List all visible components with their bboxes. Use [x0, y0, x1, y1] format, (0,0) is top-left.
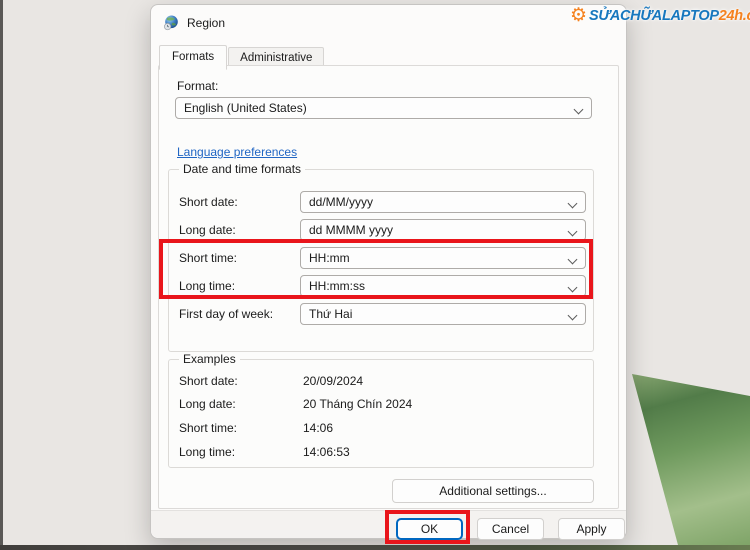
examples-group: Examples Short date: 20/09/2024 Long dat…: [168, 359, 594, 468]
gear-icon: ⚙: [570, 6, 587, 25]
watermark-brand-blue: SỬACHỮALAPTOP: [589, 8, 719, 24]
format-dropdown[interactable]: English (United States): [175, 97, 592, 119]
long-date-label: Long date:: [179, 223, 236, 237]
example-short-time-label: Short time:: [179, 421, 237, 435]
datetime-formats-group: Date and time formats Short date: dd/MM/…: [168, 169, 594, 352]
language-preferences-link[interactable]: Language preferences: [177, 145, 297, 159]
watermark-brand-orange: 24h.com: [719, 8, 750, 24]
long-time-label: Long time:: [179, 279, 235, 293]
ok-button[interactable]: OK: [396, 518, 463, 540]
example-short-date-label: Short date:: [179, 374, 238, 388]
cancel-button[interactable]: Cancel: [477, 518, 544, 540]
plant-leaf-decoration: [628, 368, 750, 545]
screenshot-stage: Region Formats Administrative Format: En…: [0, 0, 750, 550]
short-time-label: Short time:: [179, 251, 237, 265]
formats-tab-page: Format: English (United States) Language…: [158, 65, 619, 509]
first-day-label: First day of week:: [179, 307, 273, 321]
chevron-down-icon: [568, 227, 578, 237]
example-long-time-label: Long time:: [179, 445, 235, 459]
chevron-down-icon: [568, 311, 578, 321]
short-time-dropdown[interactable]: HH:mm: [300, 247, 586, 269]
short-date-label: Short date:: [179, 195, 238, 209]
chevron-down-icon: [568, 283, 578, 293]
datetime-group-title: Date and time formats: [179, 162, 305, 176]
additional-settings-button[interactable]: Additional settings...: [392, 479, 594, 503]
region-dialog: Region Formats Administrative Format: En…: [150, 4, 627, 539]
long-date-value: dd MMMM yyyy: [309, 223, 393, 237]
tab-formats[interactable]: Formats: [159, 45, 227, 70]
format-dropdown-value: English (United States): [184, 101, 307, 115]
dialog-footer: [151, 510, 626, 538]
example-short-date-value: 20/09/2024: [303, 374, 363, 388]
chevron-down-icon: [568, 199, 578, 209]
dialog-title: Region: [187, 16, 225, 30]
apply-button[interactable]: Apply: [558, 518, 625, 540]
first-day-dropdown[interactable]: Thứ Hai: [300, 303, 586, 325]
watermark-logo: ⚙ SỬACHỮALAPTOP 24h.com: [570, 6, 750, 25]
short-date-dropdown[interactable]: dd/MM/yyyy: [300, 191, 586, 213]
long-time-value: HH:mm:ss: [309, 279, 365, 293]
first-day-value: Thứ Hai: [309, 307, 352, 321]
dialog-titlebar[interactable]: Region: [151, 5, 626, 41]
short-time-value: HH:mm: [309, 251, 350, 265]
region-globe-icon: [163, 15, 179, 31]
chevron-down-icon: [568, 255, 578, 265]
example-long-date-label: Long date:: [179, 397, 236, 411]
format-label: Format:: [177, 79, 218, 93]
examples-group-title: Examples: [179, 352, 240, 366]
photo-bottom-edge: [0, 545, 750, 550]
photo-left-edge: [0, 0, 3, 550]
example-long-time-value: 14:06:53: [303, 445, 350, 459]
example-long-date-value: 20 Tháng Chín 2024: [303, 397, 412, 411]
long-time-dropdown[interactable]: HH:mm:ss: [300, 275, 586, 297]
long-date-dropdown[interactable]: dd MMMM yyyy: [300, 219, 586, 241]
short-date-value: dd/MM/yyyy: [309, 195, 373, 209]
example-short-time-value: 14:06: [303, 421, 333, 435]
chevron-down-icon: [574, 105, 584, 115]
